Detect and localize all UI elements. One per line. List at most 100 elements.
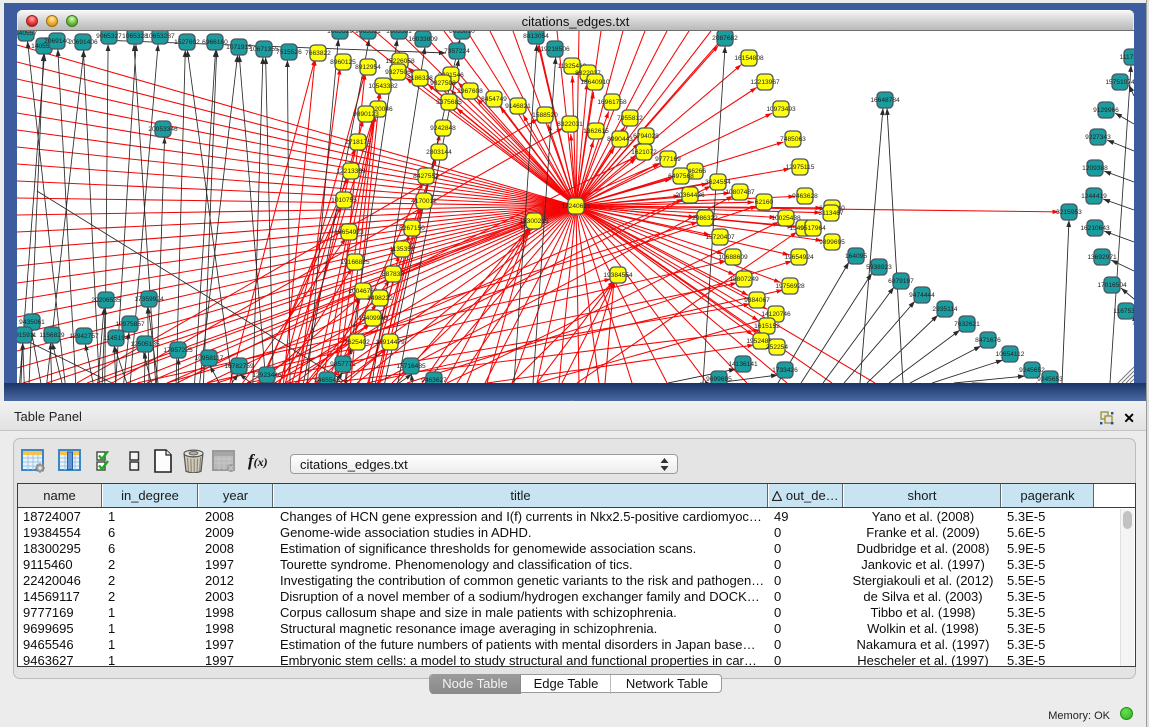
svg-text:2718176: 2718176 <box>345 139 371 146</box>
svg-text:16914479: 16914479 <box>375 339 405 346</box>
svg-text:140557: 140557 <box>17 31 37 37</box>
svg-text:9146821: 9146821 <box>505 103 531 110</box>
svg-text:3113467: 3113467 <box>818 210 844 217</box>
svg-text:12942757: 12942757 <box>69 333 99 340</box>
svg-text:16154808: 16154808 <box>734 55 764 62</box>
svg-text:3215953: 3215953 <box>1056 209 1082 216</box>
svg-text:1145194: 1145194 <box>103 335 129 342</box>
svg-text:7357224: 7357224 <box>444 48 470 55</box>
svg-text:16782759: 16782759 <box>224 363 254 370</box>
svg-text:20053346: 20053346 <box>148 126 178 133</box>
svg-text:9474444: 9474444 <box>909 292 935 299</box>
svg-text:9777169: 9777169 <box>655 156 681 163</box>
svg-text:12505135: 12505135 <box>130 341 160 348</box>
svg-text:9465546: 9465546 <box>314 377 340 383</box>
svg-text:16210643: 16210643 <box>1080 225 1110 232</box>
svg-text:20691406: 20691406 <box>68 39 98 46</box>
svg-text:3915911: 3915911 <box>17 332 37 339</box>
svg-text:9857771: 9857771 <box>330 361 356 368</box>
svg-text:1167533: 1167533 <box>1113 308 1134 315</box>
svg-text:12975115: 12975115 <box>786 164 815 171</box>
svg-text:9517964: 9517964 <box>800 225 826 232</box>
svg-text:18807249: 18807249 <box>729 276 759 283</box>
svg-text:9242848: 9242848 <box>430 125 456 132</box>
svg-text:16648784: 16648784 <box>870 97 900 104</box>
svg-text:18640910: 18640910 <box>580 79 610 86</box>
svg-text:7955812: 7955812 <box>617 115 643 122</box>
svg-text:4170012: 4170012 <box>411 198 437 205</box>
svg-text:8427552: 8427552 <box>413 173 439 180</box>
svg-text:8813054: 8813054 <box>523 33 549 40</box>
svg-text:14120746: 14120746 <box>761 311 791 318</box>
svg-text:12213369: 12213369 <box>336 168 366 175</box>
svg-text:9884067: 9884067 <box>744 297 770 304</box>
svg-text:10975857: 10975857 <box>115 321 145 328</box>
svg-text:1156829: 1156829 <box>39 332 65 339</box>
svg-text:10543382: 10543382 <box>368 83 398 90</box>
svg-text:252254: 252254 <box>766 344 788 351</box>
svg-text:9327508: 9327508 <box>430 80 456 87</box>
svg-text:17016504: 17016504 <box>1097 282 1127 289</box>
svg-text:1498222: 1498222 <box>367 295 393 302</box>
svg-text:20206535: 20206535 <box>91 297 121 304</box>
svg-text:3375685: 3375685 <box>436 99 462 106</box>
svg-text:8322031: 8322031 <box>557 121 583 128</box>
svg-text:15409948: 15409948 <box>358 315 388 322</box>
svg-text:19654924: 19654924 <box>784 254 814 261</box>
svg-text:8454749: 8454749 <box>481 96 507 103</box>
svg-text:14136141: 14136141 <box>728 361 758 368</box>
svg-text:19166825: 19166825 <box>340 259 370 266</box>
svg-text:9245652: 9245652 <box>1019 367 1045 374</box>
svg-text:17359924: 17359924 <box>134 296 164 303</box>
svg-text:15720407: 15720407 <box>705 234 735 241</box>
svg-text:8990443: 8990443 <box>607 136 633 143</box>
svg-text:5938923: 5938923 <box>866 264 892 271</box>
svg-text:7625402: 7625402 <box>344 339 370 346</box>
svg-text:9065327: 9065327 <box>96 33 122 40</box>
svg-text:10958117: 10958117 <box>195 355 224 362</box>
svg-text:7515526: 7515526 <box>276 49 302 56</box>
svg-text:1527602: 1527602 <box>174 39 200 46</box>
svg-text:8960125: 8960125 <box>330 59 356 66</box>
svg-text:9245653: 9245653 <box>1037 376 1063 383</box>
svg-text:887833: 887833 <box>382 271 404 278</box>
svg-text:2069140: 2069140 <box>44 38 70 45</box>
svg-text:10653287: 10653287 <box>145 33 175 40</box>
svg-text:1010755: 1010755 <box>331 197 357 204</box>
svg-text:2803144: 2803144 <box>426 149 452 156</box>
svg-text:20364436: 20364436 <box>675 192 705 199</box>
svg-text:10671355: 10671355 <box>249 46 279 53</box>
svg-text:7663822: 7663822 <box>305 50 331 57</box>
svg-text:8267150: 8267150 <box>399 225 425 232</box>
svg-text:13716485: 13716485 <box>396 363 426 370</box>
svg-text:1135359: 1135359 <box>389 246 415 253</box>
svg-text:1244419: 1244419 <box>1081 193 1107 200</box>
svg-text:19218506: 19218506 <box>540 46 570 53</box>
svg-text:6966160: 6966160 <box>202 39 228 46</box>
svg-text:2087682: 2087682 <box>712 35 738 42</box>
svg-text:10688609: 10688609 <box>718 254 748 261</box>
svg-text:6794028: 6794028 <box>633 133 659 140</box>
svg-text:1065329: 1065329 <box>327 31 353 35</box>
svg-text:2986322: 2986322 <box>692 215 718 222</box>
svg-text:19756928: 19756928 <box>775 283 805 290</box>
svg-text:9890123: 9890123 <box>353 111 379 118</box>
svg-text:12213967: 12213967 <box>750 79 780 86</box>
svg-text:19654923: 19654923 <box>334 229 364 236</box>
svg-text:19384554: 19384554 <box>603 272 633 279</box>
svg-text:9463628: 9463628 <box>792 193 818 200</box>
svg-text:17957225: 17957225 <box>163 347 193 354</box>
svg-text:9899695: 9899695 <box>819 239 845 246</box>
svg-text:13692971: 13692971 <box>1087 254 1117 261</box>
svg-text:10973493: 10973493 <box>766 106 796 113</box>
svg-text:1065328: 1065328 <box>122 33 148 40</box>
svg-text:10654112: 10654112 <box>996 351 1025 358</box>
svg-text:8912954: 8912954 <box>355 64 381 71</box>
svg-text:1615152: 1615152 <box>754 323 780 330</box>
svg-text:62160: 62160 <box>755 199 774 206</box>
svg-text:2935114: 2935114 <box>932 306 958 313</box>
svg-text:8033810: 8033810 <box>449 31 475 35</box>
svg-text:15751074: 15751074 <box>1105 79 1134 86</box>
svg-text:1209388: 1209388 <box>1082 165 1108 172</box>
svg-text:8471676: 8471676 <box>975 337 1001 344</box>
